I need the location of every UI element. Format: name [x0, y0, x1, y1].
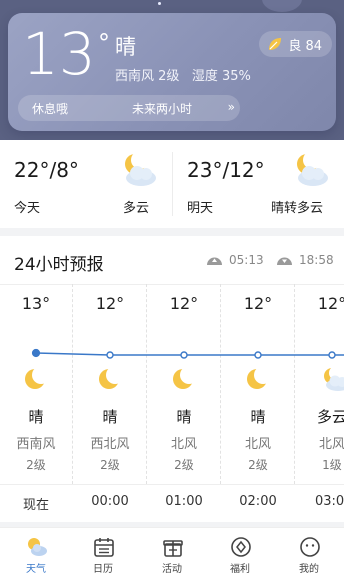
moon-cloud-icon: [125, 152, 156, 186]
wind-humidity: 西南风 2级 湿度 35%: [115, 65, 251, 84]
tab-label: 我的: [299, 564, 319, 575]
hourly-forecast-panel: 24小时预报 05:13 18:58 13° 晴 西南风 2级 12° 晴 西北…: [0, 236, 344, 522]
coin-icon: [231, 537, 251, 557]
hourly-condition: 晴: [176, 408, 192, 426]
hourly-temp: 12°: [243, 294, 273, 313]
tab-calendar[interactable]: 日历: [69, 528, 137, 579]
trend-line: [35, 352, 344, 356]
trend-point: [254, 351, 262, 359]
tab-welfare[interactable]: 福利: [206, 528, 274, 579]
hourly-temp: 13°: [21, 294, 51, 313]
hourly-wind-direction: 北风: [318, 437, 344, 452]
bottom-tab-bar: 天气 日历 活动 福利 我的: [0, 527, 344, 579]
current-condition: 晴: [115, 35, 136, 59]
smiley-icon: [300, 537, 320, 557]
current-humidity: 湿度 35%: [191, 69, 251, 84]
tab-weather[interactable]: 天气: [2, 528, 70, 579]
divider: [0, 484, 344, 485]
hourly-item[interactable]: 12° 晴 西北风 2级: [73, 284, 147, 486]
hourly-temp: 12°: [317, 294, 344, 313]
daily-summary: 22°/8° 今天 多云 23°/12° 明天 晴转多云: [0, 140, 344, 228]
trend-point: [31, 348, 41, 358]
sunrise-time: 05:13: [229, 253, 264, 267]
degree-symbol: °: [98, 29, 110, 57]
today-label: 今天: [14, 201, 41, 216]
hourly-item[interactable]: 13° 晴 西南风 2级: [0, 284, 73, 486]
hourly-condition: 晴: [102, 408, 118, 426]
hourly-temp: 12°: [169, 294, 199, 313]
hourly-time: 00:00: [91, 494, 129, 509]
moon-decoration: [262, 0, 302, 12]
hourly-wind-direction: 北风: [170, 437, 197, 452]
forecast-notice-bar[interactable]: 休息哦 未来两小时 »: [18, 95, 240, 121]
today-temp: 22°/8°: [14, 158, 79, 182]
tab-label: 福利: [230, 564, 250, 575]
gift-icon: [163, 540, 183, 557]
notice-action: 未来两小时: [132, 102, 193, 116]
hourly-condition: 晴: [250, 408, 266, 426]
hourly-condition: 多云: [316, 408, 344, 426]
hourly-title: 24小时预报: [14, 255, 104, 275]
trend-point: [328, 351, 336, 359]
hourly-time: 02:00: [239, 494, 277, 509]
trend-point: [180, 351, 188, 359]
current-weather-card[interactable]: 13 ° 晴 西南风 2级 湿度 35% 良 84 休息哦 未来两小时 »: [8, 13, 336, 131]
hourly-time: 03:00: [315, 494, 344, 509]
hourly-wind-direction: 西南风: [16, 437, 56, 452]
sunset-icon: [277, 257, 292, 265]
hourly-wind-level: 2级: [248, 458, 268, 472]
tab-activity[interactable]: 活动: [138, 528, 206, 579]
tab-label: 天气: [26, 564, 46, 575]
hourly-time: 01:00: [165, 494, 203, 509]
hourly-wind-level: 2级: [100, 458, 120, 472]
hourly-item[interactable]: 12° 多云 北风 1级: [295, 284, 344, 486]
tomorrow-forecast[interactable]: 23°/12° 明天 晴转多云: [173, 140, 344, 228]
moon-cloud-icon: [297, 152, 328, 186]
hourly-temp: 12°: [95, 294, 125, 313]
today-condition: 多云: [123, 201, 150, 216]
tab-label: 活动: [162, 564, 182, 575]
calendar-icon: [94, 538, 114, 557]
hourly-item[interactable]: 12° 晴 北风 2级: [147, 284, 221, 486]
hourly-wind-level: 2级: [174, 458, 194, 472]
leaf-icon: [269, 38, 282, 50]
aqi-value: 良 84: [288, 38, 322, 54]
hourly-wind-direction: 西北风: [90, 437, 130, 452]
tomorrow-temp: 23°/12°: [187, 158, 265, 182]
weather-icon: [28, 538, 47, 556]
hourly-item[interactable]: 12° 晴 北风 2级: [221, 284, 295, 486]
star-decoration: [158, 2, 161, 5]
hourly-wind-direction: 北风: [244, 437, 271, 452]
hourly-wind-level: 2级: [26, 458, 46, 472]
aqi-badge[interactable]: 良 84: [259, 31, 332, 57]
current-temperature: 13: [22, 20, 96, 88]
chevron-right-icon: »: [227, 100, 236, 114]
sunrise-icon: [207, 257, 222, 265]
tomorrow-label: 明天: [187, 201, 214, 216]
current-wind: 西南风 2级: [115, 69, 180, 84]
hourly-condition: 晴: [28, 408, 44, 426]
hourly-wind-level: 1级: [322, 458, 342, 472]
tab-profile[interactable]: 我的: [275, 528, 343, 579]
sunrise: 05:13: [206, 253, 264, 267]
trend-point: [106, 351, 114, 359]
tomorrow-condition: 晴转多云: [271, 201, 324, 216]
sunset: 18:58: [276, 253, 334, 267]
notice-text: 休息哦: [32, 102, 69, 116]
tab-label: 日历: [93, 564, 113, 575]
hourly-time: 现在: [22, 498, 49, 513]
today-forecast[interactable]: 22°/8° 今天 多云: [0, 140, 172, 228]
temperature-trend-line: [31, 348, 344, 359]
sunset-time: 18:58: [299, 253, 334, 267]
